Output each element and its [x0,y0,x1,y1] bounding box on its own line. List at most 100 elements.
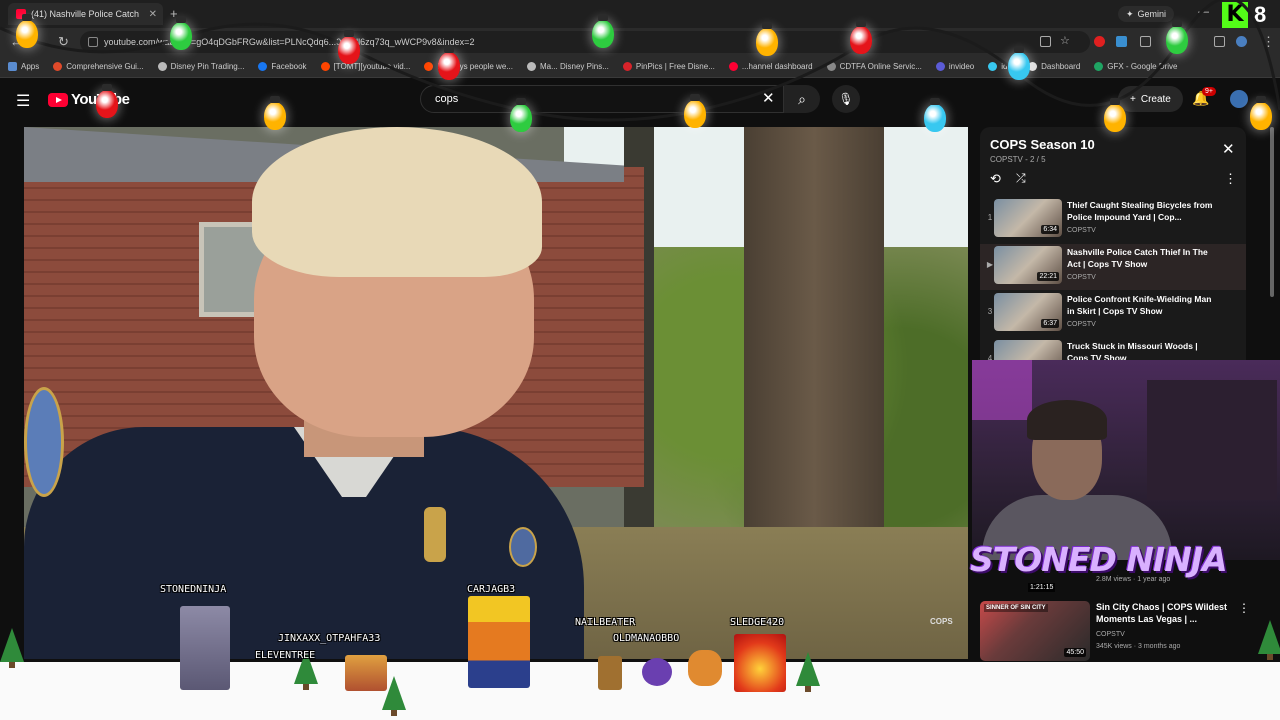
bookmark-item[interactable]: GFX - Google Drive [1094,62,1178,71]
kick-logo-icon: K [1222,2,1248,28]
clear-search-icon[interactable]: ✕ [762,89,775,107]
chat-sprite [688,650,722,686]
police-patch-icon [24,387,64,497]
video-thumbnail[interactable]: SINNER OF SIN CITY 45:50 [980,601,1090,661]
shuffle-icon[interactable]: ⤮ [1016,171,1026,186]
playlist-more-icon[interactable]: ⋮ [1224,171,1237,187]
bookmark-item[interactable]: Comprehensive Gui... [53,62,144,71]
bookmark-item[interactable]: Dashboard [1028,62,1080,71]
channel-name[interactable]: COPSTV [1067,227,1096,234]
christmas-bulb-icon [264,96,286,130]
webcam-lighting [972,360,1032,420]
youtube-play-icon [48,92,68,107]
police-badge-icon [509,527,537,567]
duration-badge: 1:21:15 [1028,583,1056,592]
bookmark-favicon-icon [157,62,167,71]
tab-close-icon[interactable]: ✕ [149,9,157,20]
video-thumbnail[interactable] [994,340,1062,362]
christmas-bulb-icon [1166,20,1188,54]
search-input[interactable]: cops [420,85,784,113]
video-thumbnail[interactable]: 6:37 [994,293,1062,331]
bookmark-item[interactable]: [TOMT][youtube vid... [320,62,410,71]
playlist-item-current[interactable]: ▶ 22:21 Nashville Police Catch Thief In … [980,244,1246,290]
video-thumbnail[interactable]: 6:34 [994,199,1062,237]
loop-icon[interactable]: ⟲ [990,171,1001,187]
notification-badge: 9+ [1202,87,1216,96]
extensions-puzzle-icon[interactable] [1140,36,1151,47]
playlist-video-title[interactable]: Nashville Police Catch Thief In The Act … [1067,246,1217,270]
reload-icon[interactable]: ↻ [58,34,69,50]
playlist-panel: COPS Season 10 COPSTV - 2 / 5 ✕ ⟲ ⤮ ⋮ 1 … [980,127,1246,362]
downloads-icon[interactable] [1214,36,1225,47]
account-avatar[interactable] [1230,90,1248,108]
thumbnail-caption: SINNER OF SIN CITY [984,604,1048,612]
bookmark-item[interactable]: Disney Pin Trading... [157,62,244,71]
playlist-item[interactable]: 4 Truck Stuck in Missouri Woods | Cops T… [980,338,1246,362]
playlist-title[interactable]: COPS Season 10 [990,137,1095,152]
webcam-background-monitor [1147,380,1277,500]
menu-icon[interactable]: ☰ [16,91,30,111]
video-player[interactable]: COPS [24,127,968,659]
bookmark-item[interactable]: PinPics | Free Disne... [622,62,715,71]
chat-username: NAILBEATER [575,617,636,628]
chat-username: OLDMANAOBBO [613,633,680,644]
search-icon: ⌕ [798,91,806,107]
officer-hair [252,127,542,277]
channel-name[interactable]: COPSTV [1067,274,1096,281]
install-app-icon[interactable] [1040,36,1051,47]
playlist-video-title[interactable]: Police Confront Knife-Wielding Man in Sk… [1067,293,1217,317]
chat-sprite [642,658,672,686]
search-button[interactable]: ⌕ [784,85,820,113]
christmas-bulb-icon [338,30,360,64]
pine-tree-icon [1258,620,1280,660]
bookmark-item[interactable]: ...hannel dashboard [728,62,813,71]
playlist-scrollbar[interactable] [1270,127,1274,297]
url-text: youtube.com/watch?v=gO4qDGbFRGw&list=PLN… [104,37,475,47]
chat-sprite [345,655,387,691]
video-thumbnail[interactable]: 22:21 [994,246,1062,284]
playlist-subtitle: COPSTV - 2 / 5 [990,155,1046,164]
bookmark-item[interactable]: invideo [935,62,974,71]
stoned-ninja-banner: STONED NINJA [970,540,1228,579]
pine-tree-icon [0,628,24,668]
url-field[interactable]: youtube.com/watch?v=gO4qDGbFRGw&list=PLN… [80,31,1090,53]
site-info-icon[interactable] [88,37,98,47]
playlist-video-title[interactable]: Truck Stuck in Missouri Woods | Cops TV … [1067,340,1217,362]
bookmark-favicon-icon [988,62,998,71]
bookmark-item[interactable]: Facebook [258,62,307,71]
create-button[interactable]: + Create [1118,86,1183,112]
recommended-video[interactable]: SINNER OF SIN CITY 45:50 Sin City Chaos … [980,601,1250,661]
christmas-bulb-icon [438,46,460,80]
browser-menu-icon[interactable]: ⋮ [1262,34,1275,50]
video-more-icon[interactable]: ⋮ [1238,601,1250,615]
minimize-icon[interactable]: — [1198,6,1209,18]
extension-red-icon[interactable] [1094,36,1105,47]
voice-search-button[interactable]: 🎙 [832,85,860,113]
youtube-studio-icon [728,62,738,71]
recommended-video-title[interactable]: Sin City Chaos | COPS Wildest Moments La… [1096,601,1240,625]
christmas-bulb-icon [170,16,192,50]
bookmark-item[interactable]: Apps [8,62,39,71]
playlist-item[interactable]: 3 6:37 Police Confront Knife-Wielding Ma… [980,291,1246,337]
kick-count: 8 [1254,2,1267,27]
chat-sprite-fighter [468,596,530,688]
channel-name[interactable]: COPSTV [1067,321,1096,328]
duration-badge: 6:37 [1041,319,1059,328]
bookmark-item[interactable]: Ma... Disney Pins... [526,62,609,71]
bookmark-favicon-icon [826,62,836,71]
profile-icon[interactable] [1236,36,1247,47]
bookmark-item[interactable]: CDTFA Online Servic... [826,62,922,71]
apps-grid-icon [8,62,17,71]
tab-title: (41) Nashville Police Catch [31,9,140,19]
bookmark-star-icon[interactable]: ☆ [1060,34,1070,47]
christmas-bulb-icon [16,14,38,48]
close-playlist-icon[interactable]: ✕ [1222,140,1235,158]
extension-blue-icon[interactable] [1116,36,1127,47]
gemini-icon: ✦ [1126,8,1134,19]
channel-name[interactable]: COPSTV [1096,631,1125,638]
reddit-icon [320,62,330,71]
gemini-button[interactable]: ✦ Gemini [1118,6,1175,22]
playlist-video-title[interactable]: Thief Caught Stealing Bicycles from Poli… [1067,199,1217,223]
playlist-item[interactable]: 1 6:34 Thief Caught Stealing Bicycles fr… [980,197,1246,243]
pine-tree-icon [796,652,820,692]
